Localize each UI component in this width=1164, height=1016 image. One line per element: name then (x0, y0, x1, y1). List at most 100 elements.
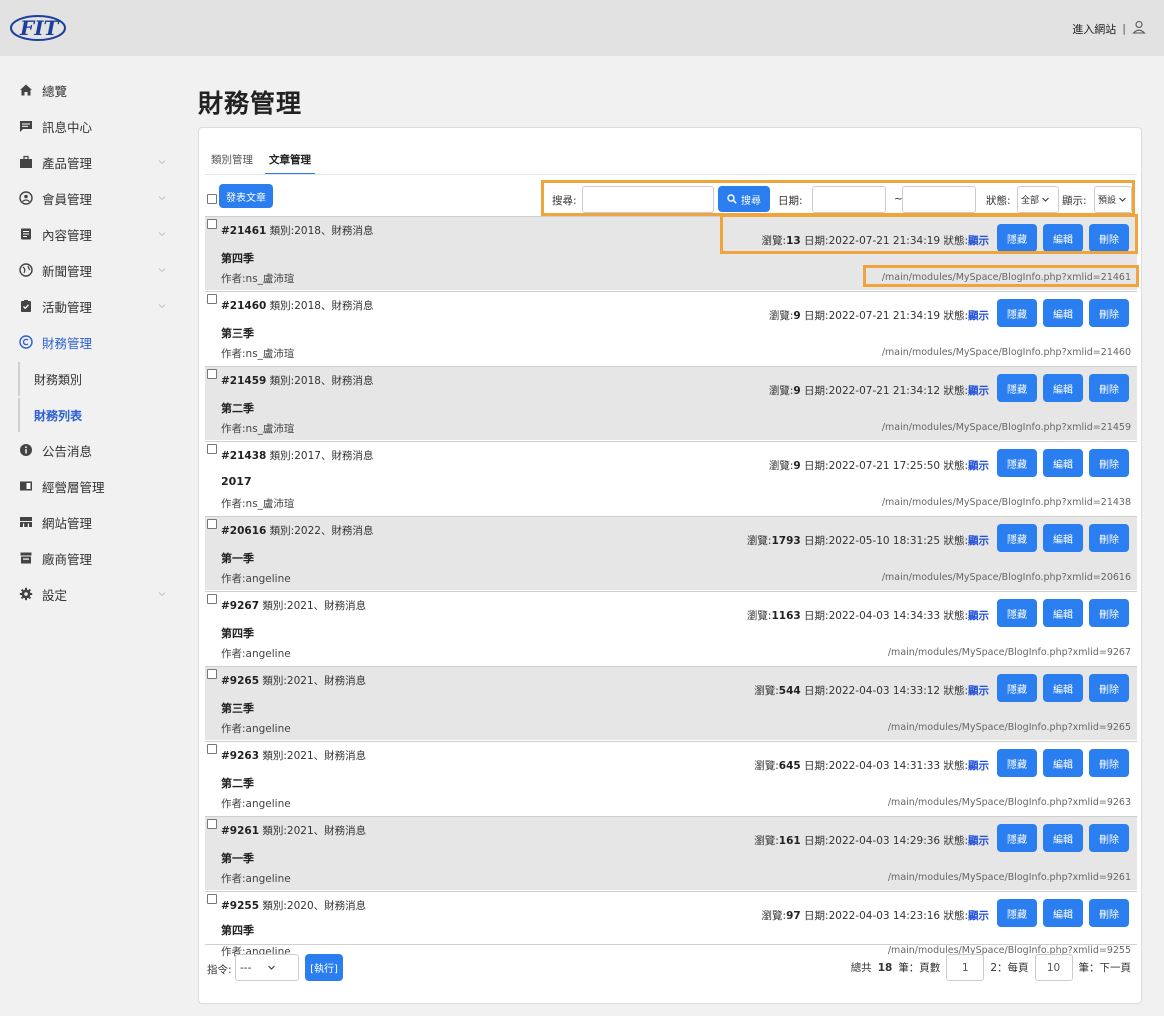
article-status[interactable]: 顯示 (968, 235, 989, 247)
row-checkbox[interactable] (207, 669, 217, 679)
edit-button[interactable]: 編輯 (1043, 749, 1083, 777)
sidebar-item-settings[interactable]: 設定 (0, 576, 178, 612)
edit-button[interactable]: 編輯 (1043, 599, 1083, 627)
search-button[interactable]: 搜尋 (718, 186, 770, 212)
article-status[interactable]: 顯示 (968, 760, 989, 772)
hide-button[interactable]: 隱藏 (997, 299, 1037, 327)
fit-logo[interactable]: FIT (8, 14, 68, 42)
article-status[interactable]: 顯示 (968, 310, 989, 322)
select-all-checkbox[interactable] (207, 194, 217, 204)
sidebar-item-website[interactable]: 網站管理 (0, 504, 178, 540)
edit-button[interactable]: 編輯 (1043, 674, 1083, 702)
article-url[interactable]: /main/modules/MySpace/BlogInfo.php?xmlid… (882, 422, 1131, 433)
edit-button[interactable]: 編輯 (1043, 824, 1083, 852)
row-checkbox[interactable] (207, 519, 217, 529)
search-input[interactable] (582, 186, 714, 213)
edit-button[interactable]: 編輯 (1043, 299, 1083, 327)
hide-button[interactable]: 隱藏 (997, 824, 1037, 852)
article-url[interactable]: /main/modules/MySpace/BlogInfo.php?xmlid… (882, 572, 1131, 583)
article-id: #21460 (221, 300, 267, 312)
sidebar-subitem-finance-list[interactable]: 財務列表 (18, 398, 178, 432)
execute-button[interactable]: [執行] (305, 954, 343, 981)
sidebar-item-announcements[interactable]: 公告消息 (0, 432, 178, 468)
delete-button[interactable]: 刪除 (1089, 299, 1129, 327)
delete-button[interactable]: 刪除 (1089, 524, 1129, 552)
page-input[interactable]: 1 (946, 954, 985, 981)
row-checkbox[interactable] (207, 219, 217, 229)
article-id: #9267 (221, 600, 260, 612)
row-checkbox[interactable] (207, 369, 217, 379)
sidebar-item-events[interactable]: 活動管理 (0, 288, 178, 324)
delete-button[interactable]: 刪除 (1089, 899, 1129, 927)
row-checkbox[interactable] (207, 594, 217, 604)
delete-button[interactable]: 刪除 (1089, 749, 1129, 777)
sidebar-subitem-finance-category[interactable]: 財務類別 (18, 362, 178, 396)
status-label: 狀態: (940, 610, 968, 622)
chevron-down-icon (1041, 195, 1050, 204)
article-url[interactable]: /main/modules/MySpace/BlogInfo.php?xmlid… (882, 272, 1131, 283)
hide-button[interactable]: 隱藏 (997, 899, 1037, 927)
sidebar-item-news[interactable]: 新聞管理 (0, 252, 178, 288)
delete-button[interactable]: 刪除 (1089, 224, 1129, 252)
sidebar-item-members[interactable]: 會員管理 (0, 180, 178, 216)
article-status[interactable]: 顯示 (968, 685, 989, 697)
article-date: 2022-05-10 18:31:25 (828, 535, 941, 547)
article-url[interactable]: /main/modules/MySpace/BlogInfo.php?xmlid… (888, 647, 1131, 658)
chevron-down-icon (1118, 195, 1127, 204)
hide-button[interactable]: 隱藏 (997, 674, 1037, 702)
delete-button[interactable]: 刪除 (1089, 674, 1129, 702)
row-checkbox[interactable] (207, 744, 217, 754)
date-to-input[interactable] (902, 186, 976, 213)
article-url[interactable]: /main/modules/MySpace/BlogInfo.php?xmlid… (888, 722, 1131, 733)
status-select[interactable]: 全部 (1017, 186, 1059, 213)
article-url[interactable]: /main/modules/MySpace/BlogInfo.php?xmlid… (888, 872, 1131, 883)
article-meta: 瀏覽:544 日期:2022-04-03 14:33:12 狀態:顯示 (754, 683, 989, 698)
date-from-input[interactable] (812, 186, 886, 213)
row-checkbox[interactable] (207, 294, 217, 304)
article-status[interactable]: 顯示 (968, 835, 989, 847)
edit-button[interactable]: 編輯 (1043, 449, 1083, 477)
hide-button[interactable]: 隱藏 (997, 749, 1037, 777)
article-status[interactable]: 顯示 (968, 910, 989, 922)
row-checkbox[interactable] (207, 819, 217, 829)
sidebar-item-content[interactable]: 內容管理 (0, 216, 178, 252)
post-article-button[interactable]: 發表文章 (219, 184, 273, 208)
article-date: 2022-07-21 17:25:50 (828, 460, 941, 472)
article-status[interactable]: 顯示 (968, 460, 989, 472)
edit-button[interactable]: 編輯 (1043, 374, 1083, 402)
article-url[interactable]: /main/modules/MySpace/BlogInfo.php?xmlid… (882, 497, 1131, 508)
hide-button[interactable]: 隱藏 (997, 374, 1037, 402)
hide-button[interactable]: 隱藏 (997, 224, 1037, 252)
per-page-input[interactable]: 10 (1034, 954, 1073, 981)
edit-button[interactable]: 編輯 (1043, 899, 1083, 927)
sidebar-item-overview[interactable]: 總覽 (0, 72, 178, 108)
article-status[interactable]: 顯示 (968, 535, 989, 547)
sidebar-item-vendors[interactable]: 廠商管理 (0, 540, 178, 576)
hide-button[interactable]: 隱藏 (997, 449, 1037, 477)
sidebar-item-management[interactable]: 經營層管理 (0, 468, 178, 504)
delete-button[interactable]: 刪除 (1089, 449, 1129, 477)
edit-button[interactable]: 編輯 (1043, 224, 1083, 252)
user-icon[interactable] (1132, 20, 1146, 37)
hide-button[interactable]: 隱藏 (997, 599, 1037, 627)
enter-site-link[interactable]: 進入網站 (1072, 21, 1116, 37)
article-url[interactable]: /main/modules/MySpace/BlogInfo.php?xmlid… (888, 797, 1131, 808)
command-select[interactable]: --- (235, 954, 299, 981)
tab-article-management[interactable]: 文章管理 (265, 152, 315, 175)
article-status[interactable]: 顯示 (968, 385, 989, 397)
sidebar-item-finance[interactable]: 財務管理 (0, 324, 178, 360)
sidebar-item-products[interactable]: 產品管理 (0, 144, 178, 180)
next-page-link[interactable]: 筆：下一頁 (1079, 960, 1132, 975)
article-status[interactable]: 顯示 (968, 610, 989, 622)
sidebar-item-messages[interactable]: 訊息中心 (0, 108, 178, 144)
row-checkbox[interactable] (207, 444, 217, 454)
delete-button[interactable]: 刪除 (1089, 824, 1129, 852)
delete-button[interactable]: 刪除 (1089, 374, 1129, 402)
row-checkbox[interactable] (207, 894, 217, 904)
edit-button[interactable]: 編輯 (1043, 524, 1083, 552)
tab-category-management[interactable]: 類別管理 (211, 152, 257, 175)
article-url[interactable]: /main/modules/MySpace/BlogInfo.php?xmlid… (882, 347, 1131, 358)
delete-button[interactable]: 刪除 (1089, 599, 1129, 627)
display-select[interactable]: 預設 (1094, 186, 1132, 213)
hide-button[interactable]: 隱藏 (997, 524, 1037, 552)
